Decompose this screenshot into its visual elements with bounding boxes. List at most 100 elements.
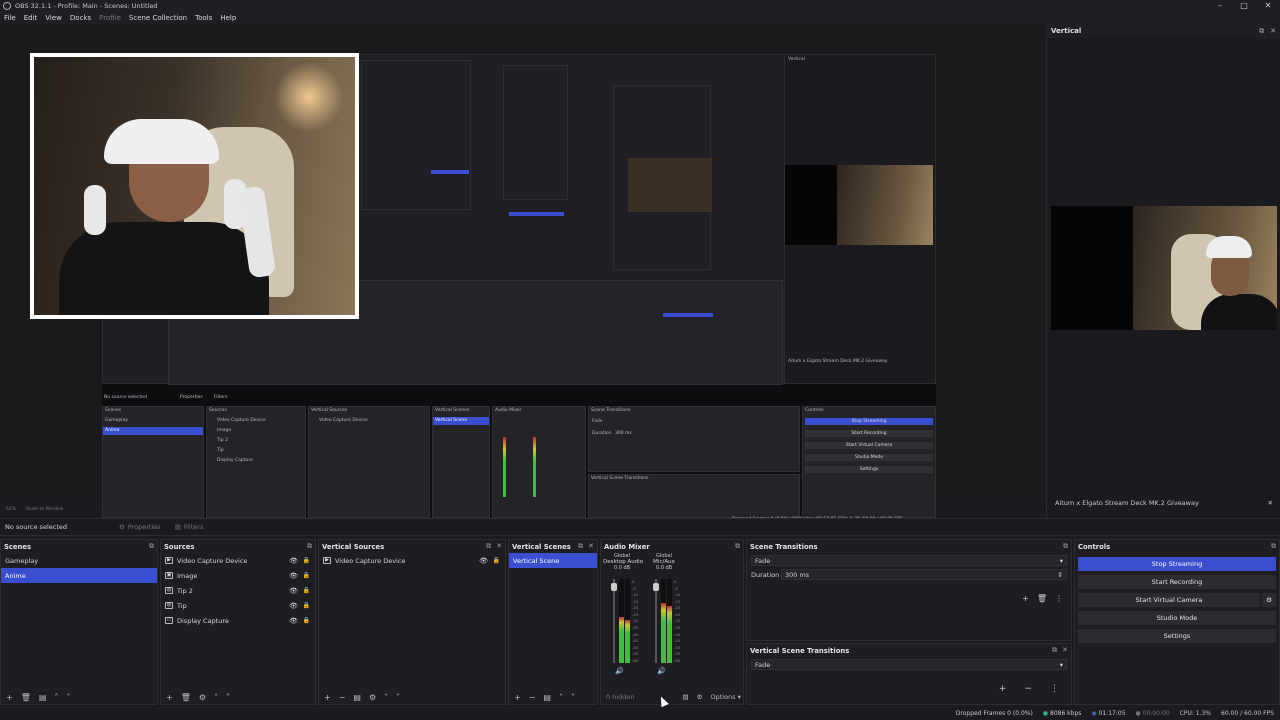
scene-item[interactable]: Gameplay <box>1 553 157 568</box>
float-icon[interactable]: ⧉ <box>1259 27 1264 36</box>
lock-icon[interactable]: 🔒 <box>303 572 310 579</box>
start-virtual-camera-button[interactable]: Start Virtual Camera <box>1078 593 1260 607</box>
add-icon[interactable]: + <box>1022 594 1029 603</box>
volume-fader[interactable] <box>653 579 659 663</box>
dock-float-icon[interactable]: ⧉ <box>1271 542 1276 551</box>
vertical-scene-item[interactable]: Vertical Scene <box>509 553 597 568</box>
dock-close-icon[interactable]: ✕ <box>496 542 502 551</box>
remove-icon[interactable]: − <box>1024 684 1032 694</box>
lock-icon[interactable]: 🔒 <box>303 617 310 624</box>
remove-icon[interactable]: − <box>339 693 346 702</box>
add-icon[interactable]: + <box>324 693 331 702</box>
maximize-button[interactable]: □ <box>1232 0 1256 11</box>
down-icon[interactable]: ˅ <box>396 693 400 702</box>
lock-icon[interactable]: 🔒 <box>493 557 500 564</box>
program-preview[interactable]: Vertical Aitum x Elgato Stream Deck MK.2… <box>0 24 1044 524</box>
transition-select[interactable]: Fade ▾ <box>751 555 1067 566</box>
menu-scene-collection[interactable]: Scene Collection <box>125 14 191 22</box>
vertical-transition-select[interactable]: Fade ▾ <box>751 659 1067 670</box>
webcam-source[interactable] <box>30 53 359 319</box>
eye-icon[interactable]: 👁 <box>289 587 298 595</box>
close-button[interactable]: ✕ <box>1256 0 1280 11</box>
fader-knob[interactable] <box>653 582 659 591</box>
zoom-mode[interactable]: Scale to Window <box>26 507 63 512</box>
trash-icon[interactable]: 🗑 <box>21 693 31 702</box>
dock-float-icon[interactable]: ⧉ <box>307 542 312 551</box>
lock-icon[interactable]: 🔒 <box>303 587 310 594</box>
menu-edit[interactable]: Edit <box>20 14 42 22</box>
menu-profile[interactable]: Profile <box>95 14 125 22</box>
more-icon[interactable]: ⋮ <box>1050 684 1059 694</box>
speaker-icon[interactable]: 🔊 <box>615 667 624 675</box>
dock-float-icon[interactable]: ⧉ <box>1052 646 1057 655</box>
stop-streaming-button[interactable]: Stop Streaming <box>1078 557 1276 571</box>
up-icon[interactable]: ˄ <box>384 693 388 702</box>
menu-help[interactable]: Help <box>216 14 240 22</box>
dock-float-icon[interactable]: ⧉ <box>1063 542 1068 551</box>
menu-view[interactable]: View <box>41 14 66 22</box>
down-icon[interactable]: ˅ <box>66 693 70 702</box>
start-recording-button[interactable]: Start Recording <box>1078 575 1276 589</box>
eye-icon[interactable]: 👁 <box>479 557 488 565</box>
speaker-icon[interactable]: 🔊 <box>657 667 666 675</box>
filter-icon[interactable]: ▤ <box>39 693 47 702</box>
up-icon[interactable]: ˄ <box>54 693 58 702</box>
more-icon[interactable]: ⋮ <box>1055 594 1063 603</box>
zoom-value[interactable]: 61% <box>6 507 16 512</box>
virtual-camera-settings-icon[interactable]: ⚙ <box>1262 593 1276 607</box>
webcam-feed <box>34 57 355 315</box>
menu-tools[interactable]: Tools <box>191 14 216 22</box>
dock-float-icon[interactable]: ⧉ <box>578 542 583 551</box>
eye-icon[interactable]: 👁 <box>289 602 298 610</box>
eye-icon[interactable]: 👁 <box>289 617 298 625</box>
options-button[interactable]: Options ▾ <box>710 693 740 701</box>
filter-icon[interactable]: ▤ <box>543 693 551 702</box>
down-icon[interactable]: ˅ <box>571 693 575 702</box>
volume-fader[interactable] <box>611 579 617 663</box>
add-icon[interactable]: + <box>999 684 1007 694</box>
vertical-source-item[interactable]: ▶ Video Capture Device 👁 🔒 <box>319 553 505 568</box>
fader-knob[interactable] <box>611 582 617 591</box>
add-icon[interactable]: + <box>6 693 13 702</box>
properties-button[interactable]: ⚙ Properties <box>119 523 161 531</box>
dock-float-icon[interactable]: ⧉ <box>149 542 154 551</box>
source-item[interactable]: ◍ Tip 👁 🔒 <box>161 598 315 613</box>
menu-file[interactable]: File <box>0 14 20 22</box>
remove-icon[interactable]: − <box>529 693 536 702</box>
menu-docks[interactable]: Docks <box>66 14 95 22</box>
source-item[interactable]: ▶ Video Capture Device 👁 🔒 <box>161 553 315 568</box>
lock-icon[interactable]: 🔒 <box>303 602 310 609</box>
dock-float-icon[interactable]: ⧉ <box>486 542 491 551</box>
lock-icon[interactable]: 🔒 <box>303 557 310 564</box>
trash-icon[interactable]: 🗑 <box>181 693 191 702</box>
source-item[interactable]: ◍ Tip 2 👁 🔒 <box>161 583 315 598</box>
dock-float-icon[interactable]: ⧉ <box>735 542 740 551</box>
dock-close-icon[interactable]: ✕ <box>588 542 594 551</box>
filter-icon[interactable]: ▤ <box>353 693 361 702</box>
minimize-button[interactable]: – <box>1208 0 1232 11</box>
settings-button[interactable]: Settings <box>1078 629 1276 643</box>
gear-icon[interactable]: ⚙ <box>369 693 376 702</box>
duration-input[interactable]: 300 ms ⇕ <box>781 569 1067 580</box>
gear-icon[interactable]: ⚙ <box>697 693 703 701</box>
eye-icon[interactable]: 👁 <box>289 557 298 565</box>
eye-icon[interactable]: 👁 <box>289 572 298 580</box>
source-item[interactable]: ▣ Image 👁 🔒 <box>161 568 315 583</box>
close-icon[interactable]: ✕ <box>1270 27 1276 36</box>
add-icon[interactable]: + <box>514 693 521 702</box>
vertical-transition-toolbar: + − ⋮ <box>999 684 1059 694</box>
dock-close-icon[interactable]: ✕ <box>1062 646 1068 655</box>
vertical-preview[interactable] <box>1051 206 1277 330</box>
layout-icon[interactable]: ▤ <box>683 693 689 701</box>
scene-item-selected[interactable]: Anime <box>1 568 157 583</box>
source-item[interactable]: ▭ Display Capture 👁 🔒 <box>161 613 315 628</box>
up-icon[interactable]: ˄ <box>214 693 218 702</box>
down-icon[interactable]: ˅ <box>226 693 230 702</box>
gear-icon[interactable]: ⚙ <box>199 693 206 702</box>
studio-mode-button[interactable]: Studio Mode <box>1078 611 1276 625</box>
filters-button[interactable]: ▤ Filters <box>175 523 204 531</box>
trash-icon[interactable]: 🗑 <box>1037 594 1047 603</box>
giveaway-close-icon[interactable]: ✕ <box>1268 499 1273 507</box>
up-icon[interactable]: ˄ <box>559 693 563 702</box>
add-icon[interactable]: + <box>166 693 173 702</box>
